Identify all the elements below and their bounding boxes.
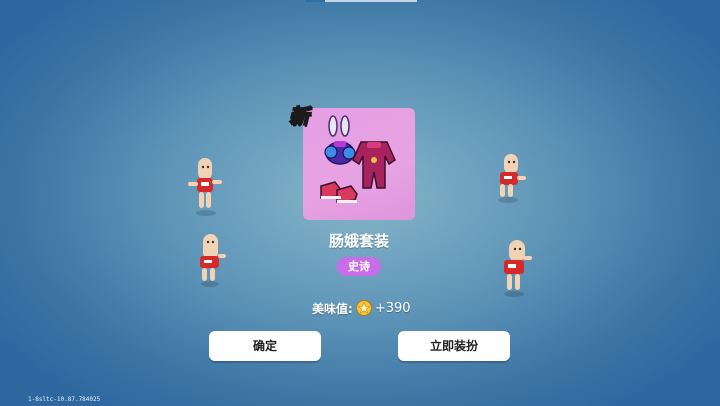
sausage-character-left-top bbox=[186, 156, 224, 218]
new-badge: 新 bbox=[288, 103, 310, 129]
sausage-character-right-bottom bbox=[498, 238, 534, 298]
rarity-badge: 史诗 bbox=[337, 257, 381, 276]
beauty-label: 美味值: bbox=[312, 301, 353, 316]
version-label: 1-8sltc-10.87.784025 bbox=[28, 396, 101, 403]
top-tab-highlight bbox=[305, 0, 325, 2]
item-name: 肠娥套装 bbox=[328, 232, 389, 250]
beauty-value-row: 美味值: +390 bbox=[312, 298, 411, 318]
beauty-value: +390 bbox=[374, 300, 411, 316]
item-card bbox=[303, 108, 415, 220]
equip-now-button[interactable]: 立即装扮 bbox=[398, 331, 510, 361]
costume-set-icon bbox=[320, 115, 396, 203]
star-coin-icon bbox=[355, 300, 372, 316]
sausage-character-right-top bbox=[492, 152, 528, 204]
sausage-character-left-bottom bbox=[194, 232, 228, 288]
confirm-button[interactable]: 确定 bbox=[209, 331, 321, 361]
